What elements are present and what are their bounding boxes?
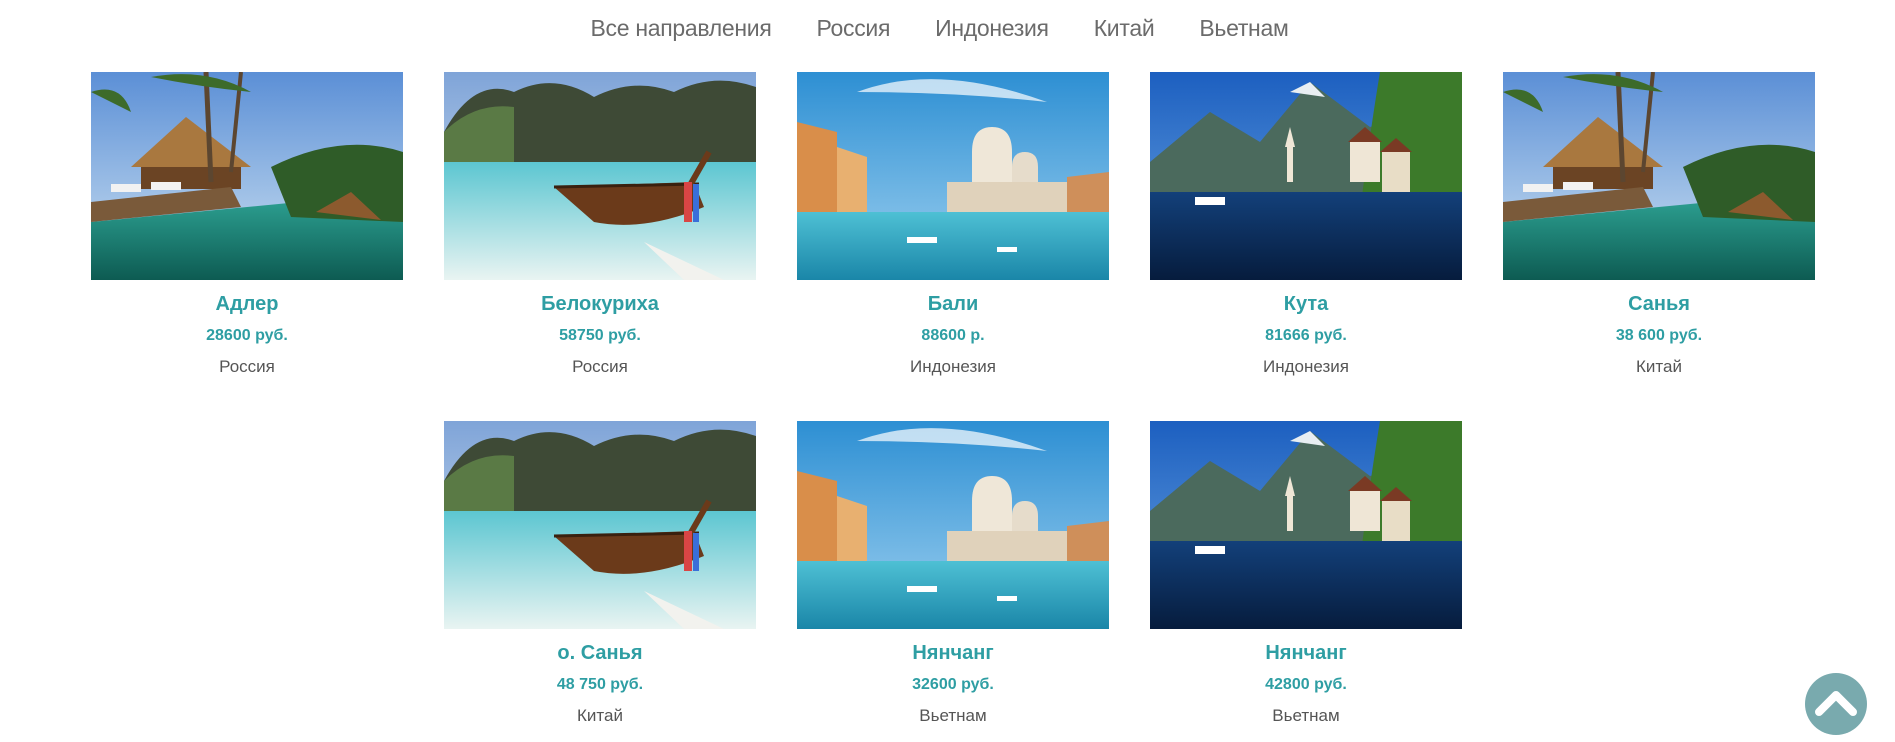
scroll-to-top-button[interactable] <box>1805 673 1867 735</box>
tour-price: 32600 руб. <box>912 676 994 693</box>
tour-card[interactable]: о. Санья 48 750 руб. Китай <box>444 421 756 727</box>
tour-card[interactable]: Санья 38 600 руб. Китай <box>1503 72 1815 378</box>
tour-price: 48 750 руб. <box>556 676 644 693</box>
tour-card[interactable]: Нянчанг 42800 руб. Вьетнам <box>1150 421 1462 727</box>
tour-price: 42800 руб. <box>1265 676 1347 693</box>
tour-card[interactable]: Нянчанг 32600 руб. Вьетнам <box>797 421 1109 727</box>
resort-pool-photo[interactable] <box>1503 72 1815 280</box>
tour-country: Россия <box>572 357 628 376</box>
tour-price: 88600 р. <box>921 327 985 344</box>
nav-item-vietnam[interactable]: Вьетнам <box>1199 12 1288 46</box>
tour-title[interactable]: Адлер <box>91 292 403 316</box>
tour-card[interactable]: Бали 88600 р. Индонезия <box>797 72 1109 378</box>
tour-card[interactable]: Кута 81666 руб. Индонезия <box>1150 72 1462 378</box>
nav-item-all-destinations[interactable]: Все направления <box>591 12 772 46</box>
destination-filter-nav: Все направления Россия Индонезия Китай В… <box>0 12 1887 46</box>
tour-title[interactable]: Нянчанг <box>797 641 1109 665</box>
nav-item-russia[interactable]: Россия <box>816 12 890 46</box>
tour-title[interactable]: о. Санья <box>444 641 756 665</box>
tour-title[interactable]: Бали <box>797 292 1109 316</box>
tour-country: Индонезия <box>910 357 996 376</box>
tour-title[interactable]: Кута <box>1150 292 1462 316</box>
tour-price: 28600 руб. <box>206 327 288 344</box>
alpine-lake-village-photo[interactable] <box>1150 72 1462 280</box>
nav-item-indonesia[interactable]: Индонезия <box>935 12 1049 46</box>
venice-canal-photo[interactable] <box>797 421 1109 629</box>
tour-country: Китай <box>1636 357 1682 376</box>
tour-title[interactable]: Нянчанг <box>1150 641 1462 665</box>
nav-item-china[interactable]: Китай <box>1094 12 1155 46</box>
tour-card[interactable]: Адлер 28600 руб. Россия <box>91 72 403 378</box>
tropical-boat-photo[interactable] <box>444 72 756 280</box>
chevron-up-icon <box>1815 691 1857 716</box>
tour-price: 81666 руб. <box>1265 327 1347 344</box>
tour-country: Китай <box>577 706 623 725</box>
tour-country: Вьетнам <box>919 706 987 725</box>
tropical-boat-photo[interactable] <box>444 421 756 629</box>
tour-country: Вьетнам <box>1272 706 1340 725</box>
tour-country: Индонезия <box>1263 357 1349 376</box>
tour-title[interactable]: Санья <box>1503 292 1815 316</box>
tour-title[interactable]: Белокуриха <box>444 292 756 316</box>
alpine-lake-village-photo[interactable] <box>1150 421 1462 629</box>
resort-pool-photo[interactable] <box>91 72 403 280</box>
tour-card[interactable]: Белокуриха 58750 руб. Россия <box>444 72 756 378</box>
tour-price: 38 600 руб. <box>1615 327 1703 344</box>
tour-price: 58750 руб. <box>559 327 641 344</box>
venice-canal-photo[interactable] <box>797 72 1109 280</box>
tour-country: Россия <box>219 357 275 376</box>
